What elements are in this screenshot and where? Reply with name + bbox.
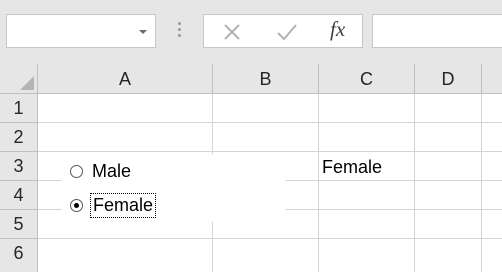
enter-button[interactable] <box>266 15 306 47</box>
select-all-triangle-icon <box>20 76 34 90</box>
option-buttons-panel: Male Female <box>62 154 286 222</box>
enter-check-icon <box>277 24 297 41</box>
formula-bar: fx <box>0 0 502 64</box>
column-header-c[interactable]: C <box>319 64 415 94</box>
option-female-label: Female <box>90 193 157 218</box>
name-box-dropdown-icon[interactable] <box>139 30 147 34</box>
row-header-5[interactable]: 5 <box>0 210 38 239</box>
worksheet-grid[interactable]: A B C D 1 2 3 4 5 6 Female Male Female <box>0 64 502 272</box>
row-header-3[interactable]: 3 <box>0 152 38 181</box>
row-header-4[interactable]: 4 <box>0 181 38 210</box>
cancel-x-icon <box>224 24 240 40</box>
gridline <box>414 94 415 272</box>
cell-c3[interactable]: Female <box>322 157 382 178</box>
column-header-d[interactable]: D <box>415 64 482 94</box>
gridline <box>481 94 482 272</box>
option-male-label: Male <box>92 161 132 181</box>
gridline <box>38 238 502 239</box>
column-header-b[interactable]: B <box>213 64 319 94</box>
gridline <box>38 122 502 123</box>
row-header-2[interactable]: 2 <box>0 123 38 152</box>
formula-input[interactable] <box>372 14 502 48</box>
column-header-e[interactable] <box>482 64 502 94</box>
row-header-1[interactable]: 1 <box>0 94 38 123</box>
formula-bar-grip-icon[interactable] <box>178 22 181 40</box>
insert-function-button[interactable]: fx <box>330 17 354 45</box>
gridline <box>318 94 319 272</box>
radio-unselected-icon <box>70 165 83 178</box>
cancel-button[interactable] <box>212 15 252 47</box>
column-header-a[interactable]: A <box>38 64 213 94</box>
fx-icon: fx <box>330 17 346 41</box>
row-header-6[interactable]: 6 <box>0 239 38 272</box>
radio-selected-icon <box>70 199 83 212</box>
select-all-button[interactable] <box>0 64 38 94</box>
gridline <box>38 151 502 152</box>
name-box[interactable] <box>6 14 156 48</box>
